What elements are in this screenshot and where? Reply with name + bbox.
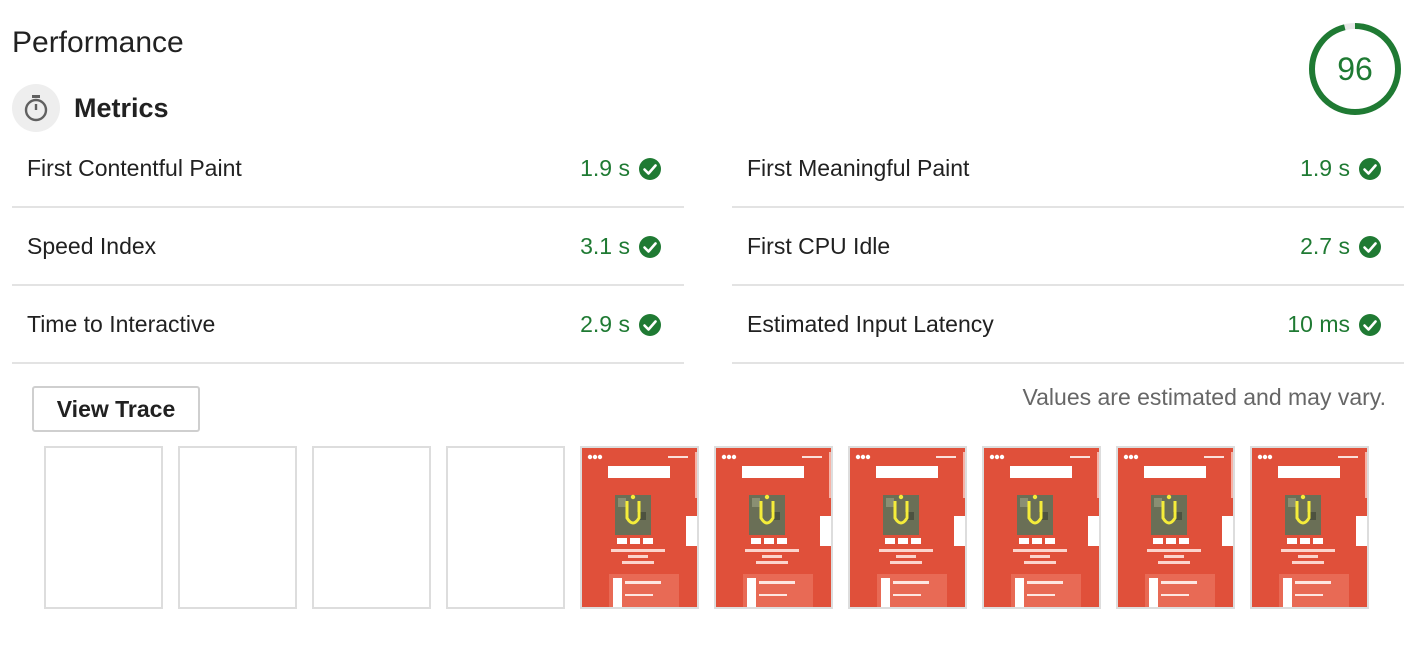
metrics-title: Metrics bbox=[74, 92, 169, 123]
metric-label: Time to Interactive bbox=[27, 311, 216, 337]
filmstrip-frame bbox=[1250, 446, 1369, 609]
page-thumbnail-graphic bbox=[582, 448, 697, 607]
metric-value: 2.9 s bbox=[580, 311, 630, 337]
pass-check-icon bbox=[1359, 313, 1381, 336]
metrics-disclaimer: Values are estimated and may vary. bbox=[1022, 384, 1387, 410]
metric-label: Estimated Input Latency bbox=[747, 311, 994, 337]
filmstrip-frame bbox=[1116, 446, 1235, 609]
pass-check-icon bbox=[1359, 157, 1381, 180]
filmstrip-frame bbox=[44, 446, 163, 609]
metric-row: Time to Interactive 2.9 s bbox=[12, 287, 684, 364]
pass-check-icon bbox=[639, 235, 661, 258]
metric-value: 1.9 s bbox=[580, 155, 630, 181]
performance-title: Performance bbox=[12, 26, 184, 59]
page-thumbnail-graphic bbox=[716, 448, 831, 607]
metrics-header: Metrics bbox=[12, 84, 169, 132]
metric-row: Estimated Input Latency 10 ms bbox=[732, 287, 1404, 364]
metric-label: First CPU Idle bbox=[747, 233, 891, 259]
pass-check-icon bbox=[639, 157, 661, 180]
metric-row: First CPU Idle 2.7 s bbox=[732, 209, 1404, 286]
pass-check-icon bbox=[1359, 235, 1381, 258]
metric-value: 2.7 s bbox=[1300, 233, 1350, 259]
performance-score-gauge: 96 bbox=[1308, 22, 1402, 116]
filmstrip-frame bbox=[982, 446, 1101, 609]
metric-row: Speed Index 3.1 s bbox=[12, 209, 684, 286]
metric-value: 3.1 s bbox=[580, 233, 630, 259]
filmstrip-frame bbox=[714, 446, 833, 609]
performance-score: 96 bbox=[1337, 50, 1373, 87]
page-thumbnail-graphic bbox=[984, 448, 1099, 607]
metric-value: 10 ms bbox=[1287, 311, 1350, 337]
metric-label: First Meaningful Paint bbox=[747, 155, 970, 181]
metric-row: First Contentful Paint 1.9 s bbox=[12, 131, 684, 208]
page-thumbnail-graphic bbox=[1118, 448, 1233, 607]
page-thumbnail-graphic bbox=[850, 448, 965, 607]
metric-value: 1.9 s bbox=[1300, 155, 1350, 181]
pass-check-icon bbox=[639, 313, 661, 336]
filmstrip-frame bbox=[580, 446, 699, 609]
view-trace-button[interactable]: View Trace bbox=[32, 386, 200, 432]
metric-label: Speed Index bbox=[27, 233, 157, 259]
stopwatch-icon bbox=[12, 84, 60, 132]
filmstrip-frame bbox=[446, 446, 565, 609]
filmstrip-frame bbox=[848, 446, 967, 609]
filmstrip-frame bbox=[312, 446, 431, 609]
metric-row: First Meaningful Paint 1.9 s bbox=[732, 131, 1404, 208]
metric-label: First Contentful Paint bbox=[27, 155, 242, 181]
page-thumbnail-graphic bbox=[1252, 448, 1367, 607]
filmstrip-frame bbox=[178, 446, 297, 609]
